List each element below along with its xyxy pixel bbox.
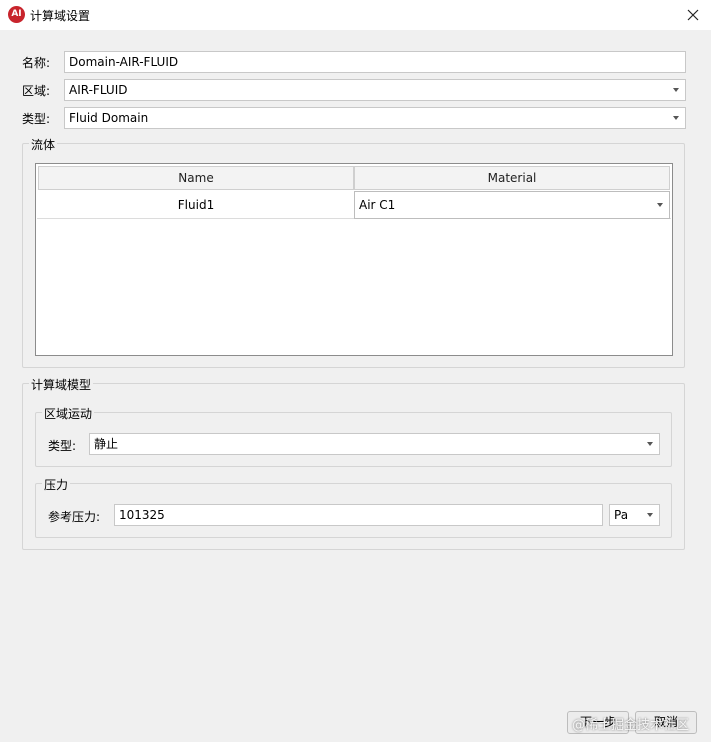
domain-type-select-value: Fluid Domain	[69, 111, 149, 125]
domain-type-select[interactable]: Fluid Domain	[64, 107, 686, 129]
chevron-down-icon	[647, 513, 653, 517]
region-select-value: AIR-FLUID	[69, 83, 128, 97]
motion-type-label: 类型:	[48, 439, 77, 453]
chevron-down-icon	[673, 116, 679, 120]
motion-type-select[interactable]: 静止	[89, 433, 660, 455]
column-header-material[interactable]: Material	[354, 166, 670, 190]
column-header-name[interactable]: Name	[38, 166, 354, 190]
region-label: 区域:	[22, 84, 51, 98]
fluid-group-title: 流体	[29, 136, 58, 153]
chevron-down-icon	[657, 203, 663, 207]
chevron-down-icon	[673, 88, 679, 92]
reference-pressure-input[interactable]: 101325	[114, 504, 603, 526]
domain-model-group-title: 计算域模型	[29, 376, 94, 393]
region-select[interactable]: AIR-FLUID	[64, 79, 686, 101]
motion-group-title: 区域运动	[42, 405, 95, 422]
close-button[interactable]	[682, 4, 704, 26]
window-title: 计算域设置	[30, 9, 91, 23]
watermark-text: @稀土掘金技术社区	[572, 718, 690, 733]
reference-pressure-value: 101325	[119, 508, 165, 522]
motion-type-select-value: 静止	[94, 437, 119, 451]
app-logo-icon: AI	[8, 6, 25, 23]
fluid-name-cell[interactable]: Fluid1	[38, 192, 354, 218]
fluid-table[interactable]: Name Material Fluid1 Air C1	[35, 163, 673, 356]
name-input[interactable]: Domain-AIR-FLUID	[64, 51, 686, 73]
reference-pressure-label: 参考压力:	[48, 510, 101, 524]
pressure-unit-select[interactable]: Pa	[609, 504, 660, 526]
app-logo-glyph: AI	[11, 9, 22, 19]
material-select[interactable]: Air C1	[354, 191, 670, 219]
close-icon	[687, 9, 699, 21]
title-bar: AI 计算域设置	[0, 0, 711, 30]
material-select-value: Air C1	[359, 198, 396, 212]
pressure-unit-value: Pa	[614, 508, 629, 522]
pressure-group-title: 压力	[42, 476, 71, 493]
name-label: 名称:	[22, 56, 51, 70]
name-input-value: Domain-AIR-FLUID	[69, 55, 179, 69]
type-label: 类型:	[22, 112, 51, 126]
chevron-down-icon	[647, 442, 653, 446]
